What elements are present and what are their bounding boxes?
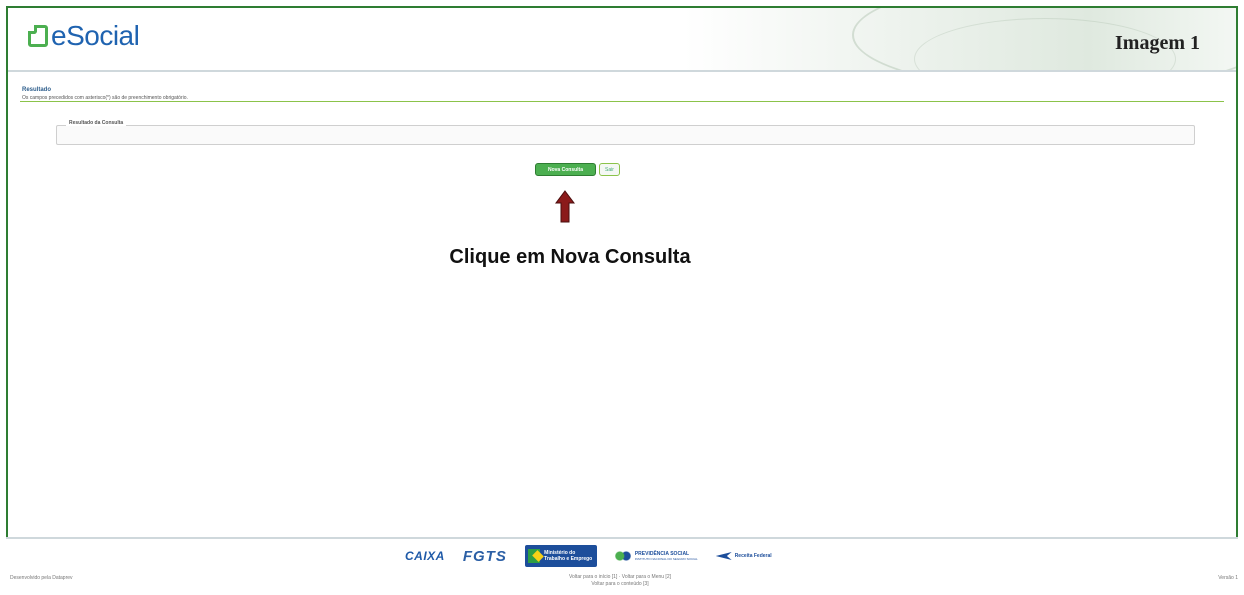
instruction-text: Clique em Nova Consulta [449, 246, 691, 268]
footer-links: Voltar para o início [1] · Voltar para o… [540, 574, 700, 588]
footer-links-line1[interactable]: Voltar para o início [1] · Voltar para o… [540, 574, 700, 581]
footer-links-line2[interactable]: Voltar para o conteúdo [3] [540, 581, 700, 588]
receita-federal-text: Receita Federal [734, 553, 772, 559]
footer-developer: Desenvolvido pela Dataprev [10, 575, 73, 581]
esocial-logo-icon [28, 25, 48, 47]
mte-logo[interactable]: Ministério do Trabalho e Emprego [524, 545, 597, 567]
caixa-logo[interactable]: CAIXA [405, 549, 445, 563]
nova-consulta-button[interactable]: Nova Consulta [535, 163, 596, 176]
partner-logos: CAIXA FGTS Ministério do Trabalho e Empr… [405, 545, 772, 567]
mte-logo-text: Ministério do Trabalho e Emprego [544, 550, 593, 562]
section-divider [20, 101, 1224, 102]
brazil-flag-icon [527, 549, 541, 563]
previdencia-logo[interactable]: PREVIDÊNCIA SOCIAL INSTITUTO NACIONAL DO… [614, 550, 698, 562]
previdencia-icon [614, 550, 631, 562]
footer-divider [6, 537, 1238, 539]
receita-federal-logo[interactable]: Receita Federal [715, 552, 772, 560]
header: eSocial Imagem 1 [8, 8, 1236, 72]
section-title: Resultado [22, 87, 52, 93]
logo-text: eSocial [51, 20, 140, 51]
previdencia-logo-subtext: INSTITUTO NACIONAL DO SEGURO SOCIAL [634, 557, 698, 561]
result-fieldset-legend: Resultado da Consulta [66, 120, 127, 126]
page-frame: eSocial Imagem 1 [6, 6, 1238, 537]
sair-button[interactable]: Sair [599, 163, 620, 176]
esocial-logo[interactable]: eSocial [28, 20, 140, 52]
receita-federal-icon [715, 552, 732, 560]
footer-version: Versão 1 [1218, 575, 1238, 581]
up-arrow-icon [555, 190, 575, 223]
result-fieldset [56, 125, 1195, 145]
image-label: Imagem 1 [1115, 32, 1200, 54]
fgts-logo[interactable]: FGTS [463, 548, 507, 565]
